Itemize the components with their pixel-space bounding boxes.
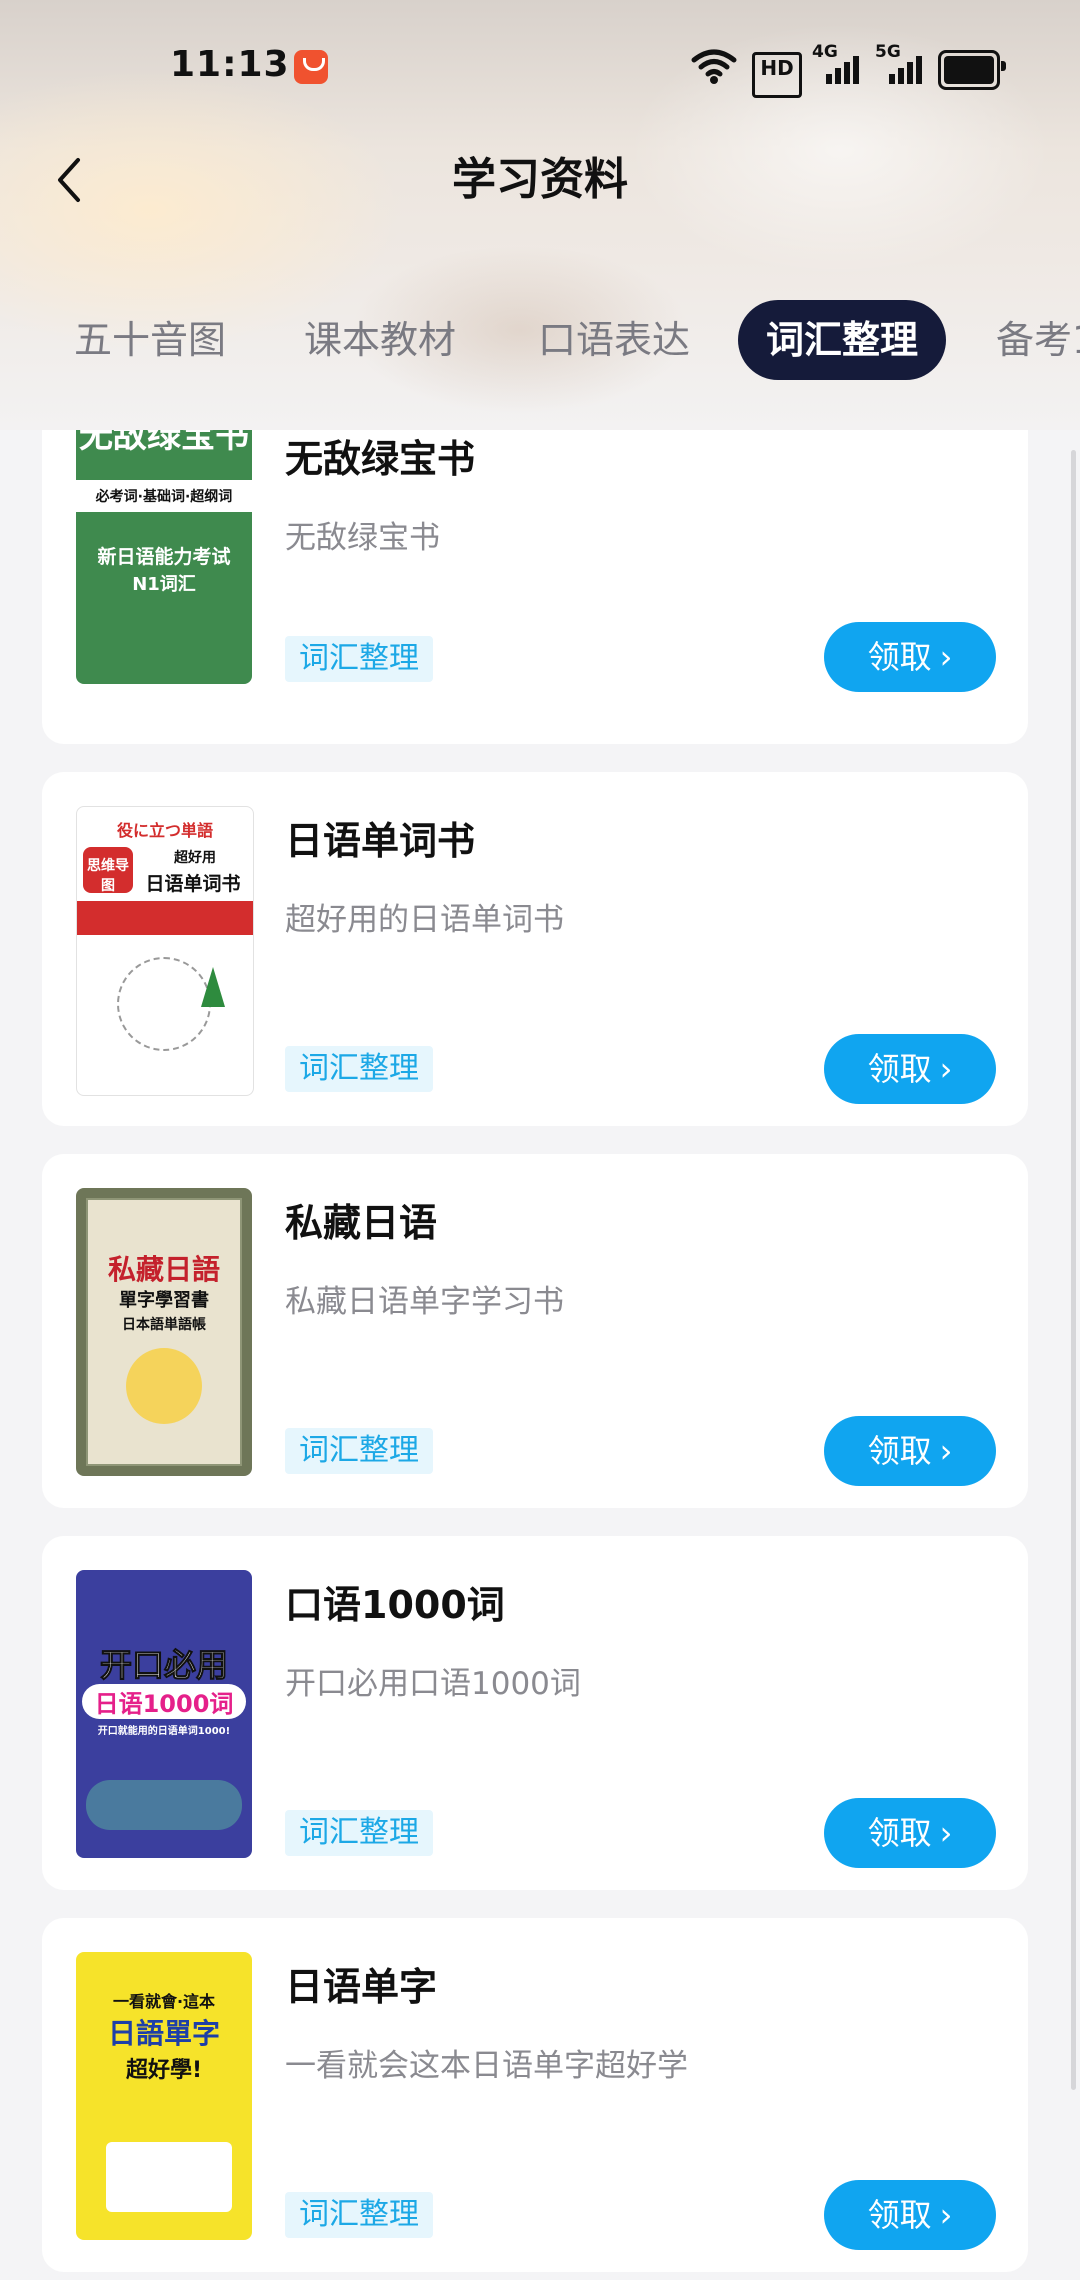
- item-description: 超好用的日语单词书: [285, 902, 564, 938]
- item-description: 一看就会这本日语单字超好学: [285, 2048, 688, 2084]
- status-bar: 11:13 HD 4G 5G: [0, 0, 1080, 140]
- claim-button[interactable]: 领取 ›: [824, 2180, 996, 2250]
- tab-textbook[interactable]: 课本教材: [304, 300, 456, 380]
- nav-bar: 学习资料: [0, 140, 1080, 220]
- category-tag: 词汇整理: [285, 1810, 433, 1856]
- claim-button[interactable]: 领取 ›: [824, 622, 996, 692]
- tab-vocabulary[interactable]: 词汇整理: [738, 300, 947, 380]
- category-tabs: 五十音图 课本教材 口语表达 词汇整理 备考1: [0, 300, 1080, 380]
- list-item[interactable]: 无敌绿宝书 必考词·基础词·超纲词 新日语能力考试 N1词汇 无敌绿宝书 无敌绿…: [42, 430, 1028, 744]
- chevron-right-icon: ›: [939, 1814, 953, 1852]
- claim-button[interactable]: 领取 ›: [824, 1034, 996, 1104]
- chevron-right-icon: ›: [939, 638, 953, 676]
- hd-icon: HD: [752, 52, 802, 98]
- category-tag: 词汇整理: [285, 2192, 433, 2238]
- signal-4g-icon: 4G: [812, 42, 862, 86]
- app-notification-icon: [294, 50, 328, 84]
- book-cover-image: 役に立つ単語 思维导图 超好用 日语单词书: [76, 806, 254, 1096]
- item-description: 无敌绿宝书: [285, 520, 440, 556]
- tab-exam-prep[interactable]: 备考1: [996, 300, 1080, 380]
- battery-icon: [938, 50, 1006, 90]
- chevron-right-icon: ›: [939, 1432, 953, 1470]
- item-title: 日语单字: [285, 1965, 438, 2009]
- book-cover-image: 私藏日語 單字學習書 日本語単語帳: [76, 1188, 252, 1476]
- signal-5g-icon: 5G: [875, 42, 925, 86]
- claim-button[interactable]: 领取 ›: [824, 1798, 996, 1868]
- book-cover-image: 开口必用 日语1000词 开口就能用的日语单词1000!: [76, 1570, 252, 1858]
- list-item[interactable]: 役に立つ単語 思维导图 超好用 日语单词书 日语单词书 超好用的日语单词书 词汇…: [42, 772, 1028, 1126]
- book-cover-image: 一看就會·這本 日語單字 超好學!: [76, 1952, 252, 2240]
- item-description: 私藏日语单字学习书: [285, 1284, 564, 1320]
- scrollbar[interactable]: [1071, 450, 1076, 2090]
- item-description: 开口必用口语1000词: [285, 1666, 581, 1702]
- book-cover-image: 无敌绿宝书 必考词·基础词·超纲词 新日语能力考试 N1词汇: [76, 430, 252, 684]
- wifi-icon: [690, 46, 740, 86]
- category-tag: 词汇整理: [285, 636, 433, 682]
- list-item[interactable]: 私藏日語 單字學習書 日本語単語帳 私藏日语 私藏日语单字学习书 词汇整理 领取…: [42, 1154, 1028, 1508]
- item-title: 私藏日语: [285, 1201, 438, 1245]
- material-list: 无敌绿宝书 必考词·基础词·超纲词 新日语能力考试 N1词汇 无敌绿宝书 无敌绿…: [0, 430, 1080, 2280]
- chevron-right-icon: ›: [939, 2196, 953, 2234]
- item-title: 无敌绿宝书: [285, 437, 476, 481]
- tab-speaking[interactable]: 口语表达: [538, 300, 690, 380]
- category-tag: 词汇整理: [285, 1046, 433, 1092]
- page-title: 学习资料: [452, 154, 628, 205]
- item-title: 日语单词书: [285, 819, 476, 863]
- list-item[interactable]: 一看就會·這本 日語單字 超好學! 日语单字 一看就会这本日语单字超好学 词汇整…: [42, 1918, 1028, 2272]
- claim-button[interactable]: 领取 ›: [824, 1416, 996, 1486]
- chevron-right-icon: ›: [939, 1050, 953, 1088]
- item-title: 口语1000词: [285, 1583, 505, 1627]
- system-icons: HD 4G 5G: [690, 42, 1010, 98]
- list-item[interactable]: 开口必用 日语1000词 开口就能用的日语单词1000! 口语1000词 开口必…: [42, 1536, 1028, 1890]
- tab-gojuon[interactable]: 五十音图: [74, 300, 226, 380]
- status-time: 11:13: [170, 44, 290, 85]
- category-tag: 词汇整理: [285, 1428, 433, 1474]
